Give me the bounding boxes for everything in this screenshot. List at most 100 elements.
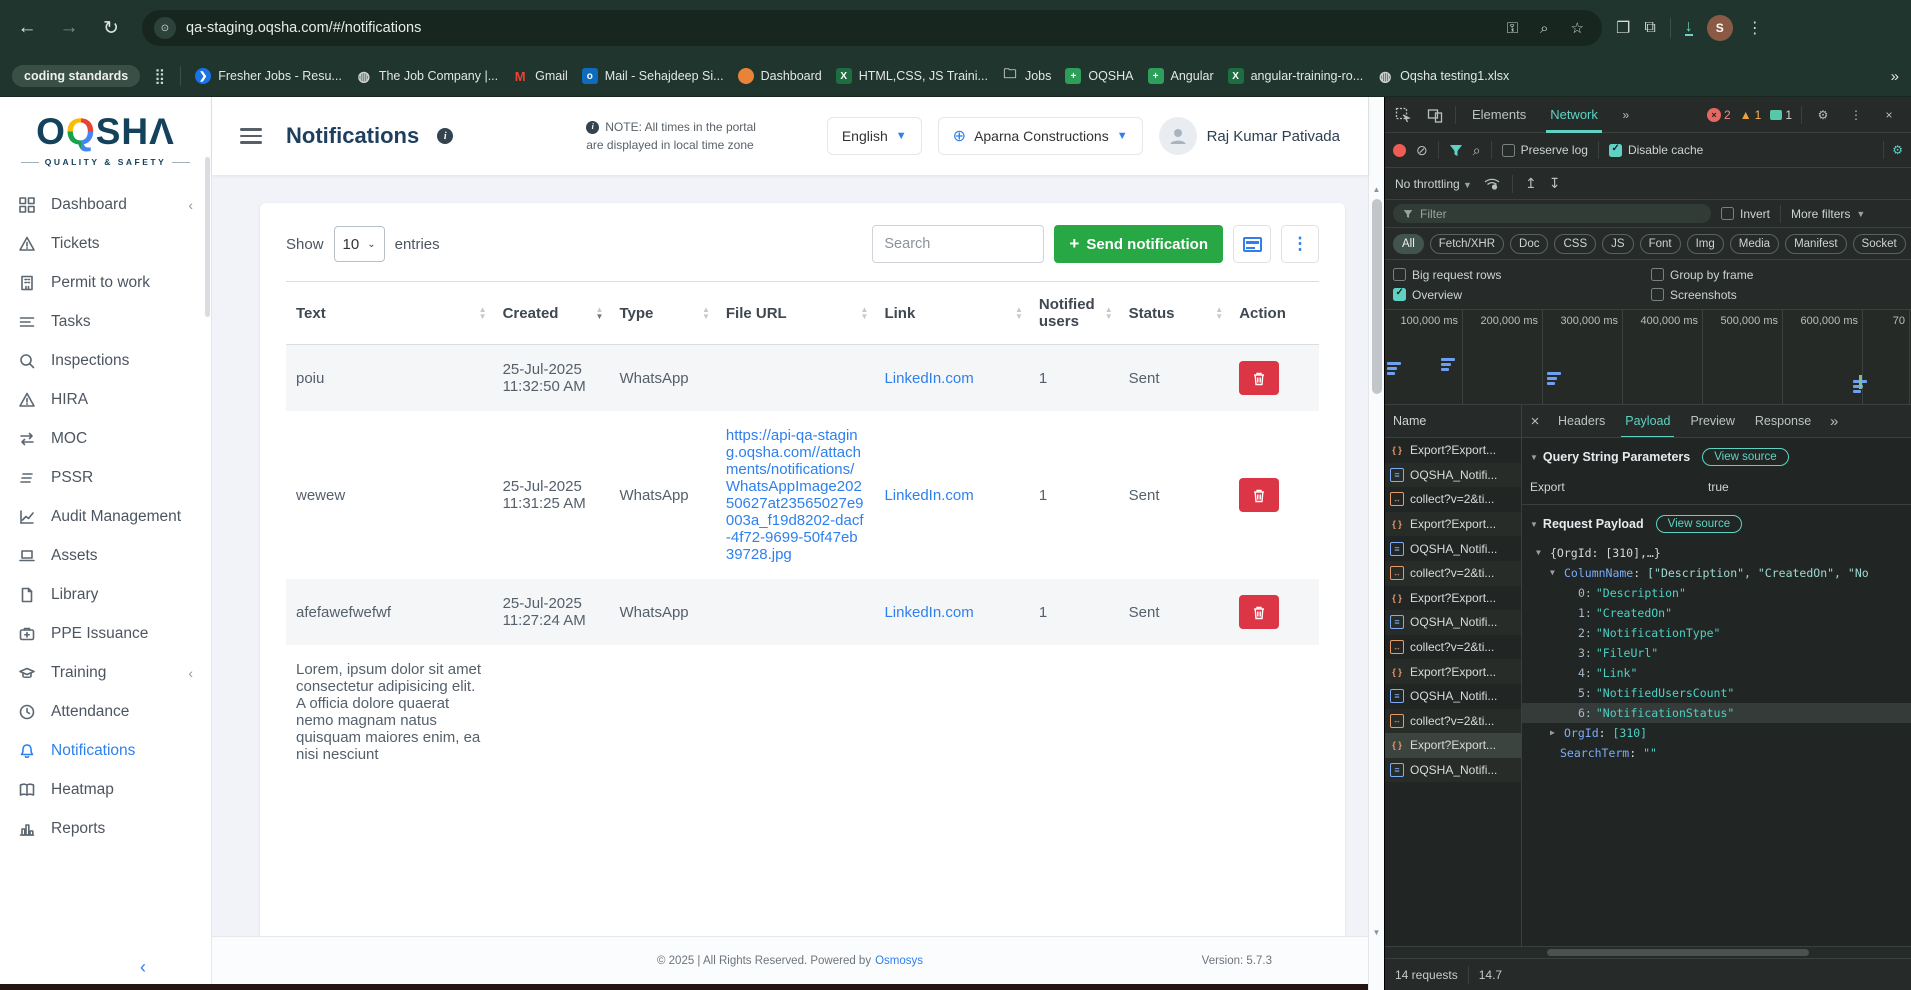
- sidebar-item-assets[interactable]: Assets: [0, 536, 211, 575]
- request-row[interactable]: collect?v=2&ti...: [1385, 487, 1521, 512]
- col-status[interactable]: Status▲▼: [1119, 282, 1230, 345]
- request-row[interactable]: collect?v=2&ti...: [1385, 635, 1521, 660]
- sort-icons[interactable]: ▲▼: [702, 306, 710, 320]
- chip-manifest[interactable]: Manifest: [1785, 234, 1846, 254]
- bookmark-folder-coding-standards[interactable]: coding standards: [12, 65, 140, 87]
- sidebar-item-inspections[interactable]: Inspections: [0, 341, 211, 380]
- request-row[interactable]: collect?v=2&ti...: [1385, 709, 1521, 734]
- bookmark-item[interactable]: +Angular: [1148, 68, 1214, 84]
- bookmark-item[interactable]: ◍The Job Company |...: [356, 68, 498, 84]
- sidebar-item-ppe-issuance[interactable]: PPE Issuance: [0, 614, 211, 653]
- console-errors-badge[interactable]: ×2: [1707, 108, 1731, 122]
- col-type[interactable]: Type▲▼: [609, 282, 715, 345]
- request-row[interactable]: OQSHA_Notifi...: [1385, 536, 1521, 561]
- tree-columnname[interactable]: ▼ColumnName: ["Description", "CreatedOn"…: [1522, 563, 1911, 583]
- more-filters-dropdown[interactable]: More filters▼: [1791, 207, 1865, 221]
- record-icon[interactable]: [1393, 144, 1406, 157]
- osmosys-link[interactable]: Osmosys: [875, 955, 923, 967]
- network-conditions-gear-icon[interactable]: ⚙: [1892, 143, 1903, 157]
- col-notified-users[interactable]: Notified users▲▼: [1029, 282, 1119, 345]
- extensions-icon[interactable]: ⧉: [1644, 19, 1655, 37]
- site-info-icon[interactable]: ⊙: [154, 17, 176, 39]
- address-bar[interactable]: ⊙ qa-staging.oqsha.com/#/notifications ⚿…: [142, 10, 1602, 46]
- big-request-rows-checkbox[interactable]: Big request rows: [1393, 268, 1645, 282]
- chip-doc[interactable]: Doc: [1510, 234, 1548, 254]
- tree-item[interactable]: 0:"Description": [1522, 583, 1911, 603]
- sidebar-item-library[interactable]: Library: [0, 575, 211, 614]
- sidebar-item-pssr[interactable]: PSSR: [0, 458, 211, 497]
- chip-socket[interactable]: Socket: [1853, 234, 1906, 254]
- name-column-header[interactable]: Name: [1385, 405, 1522, 437]
- sidebar-item-notifications[interactable]: Notifications: [0, 731, 211, 770]
- refresh-icon[interactable]: ↻: [94, 11, 128, 45]
- tree-item[interactable]: 4:"Link": [1522, 663, 1911, 683]
- scroll-up-icon[interactable]: ▲: [1373, 185, 1381, 195]
- tab-search-icon[interactable]: ❐: [1616, 18, 1630, 38]
- info-icon[interactable]: i: [437, 128, 453, 144]
- sort-icons[interactable]: ▲▼: [1105, 306, 1113, 320]
- col-file-url[interactable]: File URL▲▼: [716, 282, 875, 345]
- sidebar-item-permit-to-work[interactable]: Permit to work: [0, 263, 211, 302]
- clear-icon[interactable]: ⊘: [1416, 142, 1428, 159]
- delete-button[interactable]: [1239, 361, 1279, 395]
- tab-network[interactable]: Network: [1542, 97, 1606, 133]
- sort-icons[interactable]: ▲▼: [596, 306, 604, 320]
- organization-dropdown[interactable]: ⊕ Aparna Constructions▼: [938, 117, 1143, 155]
- back-icon[interactable]: ←: [10, 11, 44, 45]
- sidebar-item-hira[interactable]: HIRA: [0, 380, 211, 419]
- tree-orgid[interactable]: ▶OrgId: [310]: [1522, 723, 1911, 743]
- sidebar-item-audit-management[interactable]: Audit Management: [0, 497, 211, 536]
- tree-item[interactable]: 3:"FileUrl": [1522, 643, 1911, 663]
- bookmark-item[interactable]: XHTML,CSS, JS Traini...: [836, 68, 988, 84]
- sidebar-collapse-icon[interactable]: ‹: [140, 957, 146, 978]
- chip-fetch-xhr[interactable]: Fetch/XHR: [1430, 234, 1504, 254]
- tree-root[interactable]: ▼{OrgId: [310],…}: [1522, 543, 1911, 563]
- preserve-log-checkbox[interactable]: Preserve log: [1502, 143, 1588, 157]
- devtools-kebab-icon[interactable]: ⋮: [1844, 103, 1868, 127]
- import-har-icon[interactable]: ↥: [1525, 175, 1537, 192]
- forward-icon[interactable]: →: [52, 11, 86, 45]
- sidebar-scrollbar[interactable]: [205, 157, 210, 317]
- language-dropdown[interactable]: English▼: [827, 117, 922, 155]
- tab-response[interactable]: Response: [1745, 405, 1821, 437]
- bookmark-item[interactable]: oMail - Sehajdeep Si...: [582, 68, 724, 84]
- tab-preview[interactable]: Preview: [1680, 405, 1744, 437]
- bookmark-item[interactable]: ❯Fresher Jobs - Resu...: [195, 68, 342, 84]
- request-row-selected[interactable]: Export?Export...: [1385, 733, 1521, 758]
- sidebar-item-reports[interactable]: Reports: [0, 809, 211, 848]
- more-tabs-icon[interactable]: »: [1614, 103, 1638, 127]
- bookmark-item[interactable]: Xangular-training-ro...: [1228, 68, 1364, 84]
- request-row[interactable]: OQSHA_Notifi...: [1385, 463, 1521, 488]
- page-scrollbar[interactable]: ▲ ▼: [1368, 97, 1384, 990]
- sort-icons[interactable]: ▲▼: [479, 306, 487, 320]
- sort-icons[interactable]: ▲▼: [1015, 306, 1023, 320]
- bookmark-star-icon[interactable]: ☆: [1565, 19, 1590, 37]
- file-url-link[interactable]: https://api-qa-staging.oqsha.com//attach…: [726, 427, 864, 563]
- request-row[interactable]: Export?Export...: [1385, 586, 1521, 611]
- close-panel-icon[interactable]: ×: [1522, 413, 1548, 430]
- apps-grid-icon[interactable]: ⣿: [154, 67, 166, 85]
- bookmarks-overflow-icon[interactable]: »: [1891, 68, 1899, 85]
- tab-payload[interactable]: Payload: [1615, 405, 1680, 437]
- query-string-section-title[interactable]: ▼Query String Parameters: [1530, 450, 1690, 464]
- tab-headers[interactable]: Headers: [1548, 405, 1615, 437]
- tree-item[interactable]: 1:"CreatedOn": [1522, 603, 1911, 623]
- settings-gear-icon[interactable]: ⚙: [1811, 103, 1835, 127]
- sidebar-item-heatmap[interactable]: Heatmap: [0, 770, 211, 809]
- bookmark-item[interactable]: Dashboard: [738, 68, 822, 84]
- search-input[interactable]: [872, 225, 1044, 263]
- scrollbar-thumb[interactable]: [1547, 949, 1809, 956]
- request-row[interactable]: Export?Export...: [1385, 438, 1521, 463]
- disable-cache-checkbox[interactable]: Disable cache: [1609, 143, 1703, 157]
- request-row[interactable]: OQSHA_Notifi...: [1385, 758, 1521, 783]
- sort-icons[interactable]: ▲▼: [1215, 306, 1223, 320]
- link-cell[interactable]: LinkedIn.com: [884, 370, 973, 387]
- link-cell[interactable]: LinkedIn.com: [884, 487, 973, 504]
- screenshots-checkbox[interactable]: Screenshots: [1651, 288, 1903, 302]
- bookmark-item[interactable]: 🗀Jobs: [1002, 68, 1051, 84]
- profile-avatar[interactable]: S: [1707, 15, 1733, 41]
- sidebar-item-training[interactable]: Training‹: [0, 653, 211, 692]
- link-cell[interactable]: LinkedIn.com: [884, 604, 973, 621]
- view-source-button[interactable]: View source: [1702, 448, 1788, 466]
- network-filter-input[interactable]: Filter: [1393, 204, 1711, 223]
